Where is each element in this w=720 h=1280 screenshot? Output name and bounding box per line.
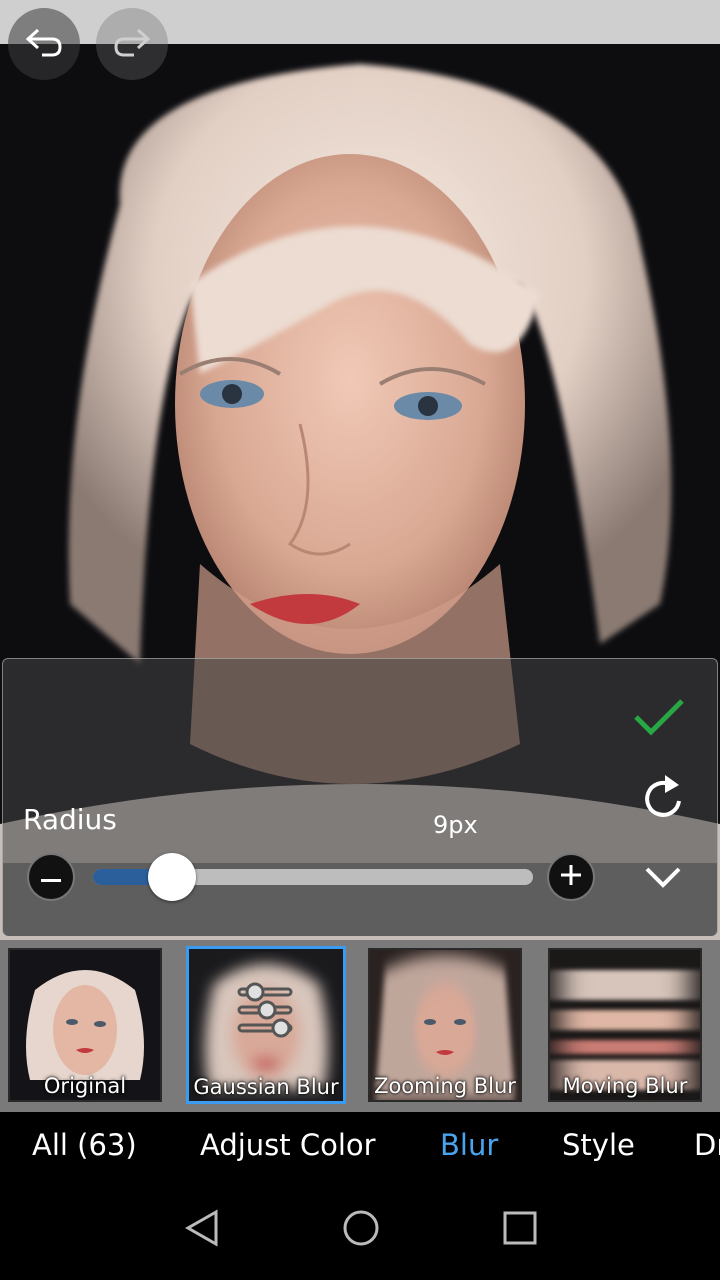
sliders-icon: [237, 979, 295, 1047]
reset-button[interactable]: [635, 771, 691, 827]
home-circle-icon: [341, 1208, 381, 1252]
system-nav-bar: [0, 1180, 720, 1280]
plus-icon: [561, 865, 581, 889]
adjust-panel: Radius 9px: [2, 658, 718, 936]
effect-strip: Original Gaussian Blur Zooming Blur Movi…: [0, 940, 720, 1112]
effect-label: Moving Blur: [562, 1074, 688, 1098]
effect-label: Original: [43, 1074, 127, 1098]
slider-thumb[interactable]: [148, 853, 196, 901]
effect-moving-blur[interactable]: Moving Blur: [548, 948, 702, 1102]
tab-style[interactable]: Style: [562, 1128, 635, 1162]
reset-icon: [641, 773, 685, 825]
radius-label: Radius: [23, 803, 117, 836]
effect-label: Gaussian Blur: [193, 1075, 339, 1099]
tab-blur[interactable]: Blur: [440, 1128, 498, 1162]
tab-all[interactable]: All (63): [32, 1128, 137, 1162]
collapse-button[interactable]: [635, 855, 691, 903]
recents-square-icon: [502, 1210, 538, 1250]
radius-slider[interactable]: [93, 853, 533, 901]
effect-label: Zooming Blur: [374, 1074, 516, 1098]
checkmark-icon: [633, 697, 685, 741]
redo-button[interactable]: [96, 8, 168, 80]
redo-icon: [112, 26, 152, 62]
effect-original[interactable]: Original: [8, 948, 162, 1102]
chevron-down-icon: [644, 866, 682, 892]
confirm-button[interactable]: [631, 691, 687, 747]
undo-icon: [24, 26, 64, 62]
back-button[interactable]: [176, 1204, 228, 1256]
minus-icon: [41, 868, 61, 887]
home-button[interactable]: [335, 1204, 387, 1256]
decrease-button[interactable]: [27, 853, 75, 901]
back-triangle-icon: [184, 1209, 220, 1251]
tab-adjust-color[interactable]: Adjust Color: [200, 1128, 376, 1162]
radius-value: 9px: [433, 811, 478, 839]
undo-button[interactable]: [8, 8, 80, 80]
effect-zooming-blur[interactable]: Zooming Blur: [368, 948, 522, 1102]
tab-dr[interactable]: Dr: [694, 1128, 720, 1162]
increase-button[interactable]: [547, 853, 595, 901]
category-tabs: All (63) Adjust Color Blur Style Dr: [0, 1112, 720, 1180]
recents-button[interactable]: [494, 1204, 546, 1256]
effect-gaussian-blur[interactable]: Gaussian Blur: [186, 946, 346, 1104]
